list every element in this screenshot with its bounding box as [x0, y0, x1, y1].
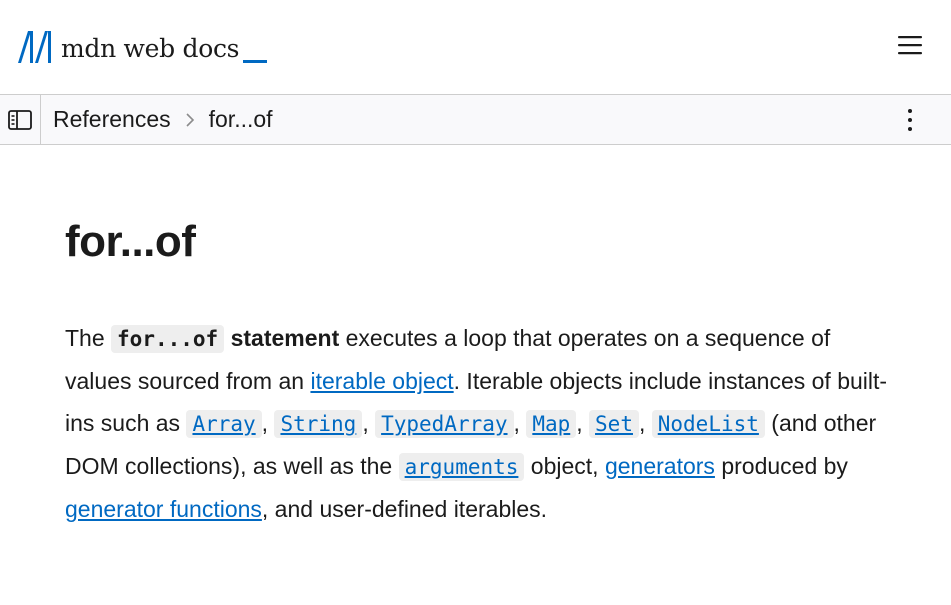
- breadcrumb-current[interactable]: for...of: [209, 106, 273, 133]
- link-array[interactable]: Array: [186, 410, 262, 438]
- link-generators[interactable]: generators: [605, 453, 715, 479]
- intro-text: The: [65, 325, 112, 351]
- intro-text: , and user-defined iterables.: [261, 496, 548, 522]
- link-arguments[interactable]: arguments: [398, 453, 525, 481]
- intro-separator: ,: [362, 410, 376, 436]
- link-nodelist[interactable]: NodeList: [651, 410, 765, 438]
- intro-strong: statement: [230, 325, 340, 351]
- logo-cursor: [243, 60, 268, 63]
- intro-text: produced by: [714, 453, 848, 479]
- link-generator-functions[interactable]: generator functions: [65, 496, 262, 522]
- page-title: for...of: [65, 217, 196, 266]
- code-array: Array: [186, 410, 262, 438]
- code-forof: for...of: [111, 325, 225, 353]
- intro-separator: ,: [638, 410, 652, 436]
- code-map: Map: [526, 410, 577, 438]
- link-map[interactable]: Map: [526, 410, 577, 438]
- link-typedarray[interactable]: TypedArray: [375, 410, 514, 438]
- sidebar-toggle-icon: [8, 109, 32, 130]
- code-typedarray: TypedArray: [375, 410, 514, 438]
- mdn-logo-icon: [18, 31, 51, 63]
- article-intro: The for...of statement executes a loop t…: [65, 317, 895, 530]
- intro-separator: ,: [261, 410, 275, 436]
- chevron-right-icon: [185, 112, 195, 127]
- vertical-ellipsis-icon[interactable]: [898, 106, 922, 134]
- code-string: String: [274, 410, 363, 438]
- breadcrumb-references[interactable]: References: [53, 106, 171, 133]
- top-navigation: mdn web docs: [0, 0, 951, 94]
- intro-text: object,: [524, 453, 605, 479]
- hamburger-menu-icon[interactable]: [896, 33, 924, 57]
- link-iterable-object[interactable]: iterable object: [310, 368, 453, 394]
- intro-separator: ,: [513, 410, 527, 436]
- code-nodelist: NodeList: [651, 410, 765, 438]
- intro-separator: ,: [576, 410, 590, 436]
- breadcrumb: References for...of: [53, 95, 273, 144]
- logo-text: mdn web docs: [61, 34, 240, 63]
- link-string[interactable]: String: [274, 410, 363, 438]
- code-arguments: arguments: [398, 453, 525, 481]
- link-set[interactable]: Set: [589, 410, 639, 438]
- sidebar-toggle-button[interactable]: [0, 95, 41, 144]
- breadcrumb-bar: References for...of: [0, 94, 951, 145]
- mdn-logo-link[interactable]: mdn web docs: [17, 30, 268, 64]
- code-set: Set: [589, 410, 639, 438]
